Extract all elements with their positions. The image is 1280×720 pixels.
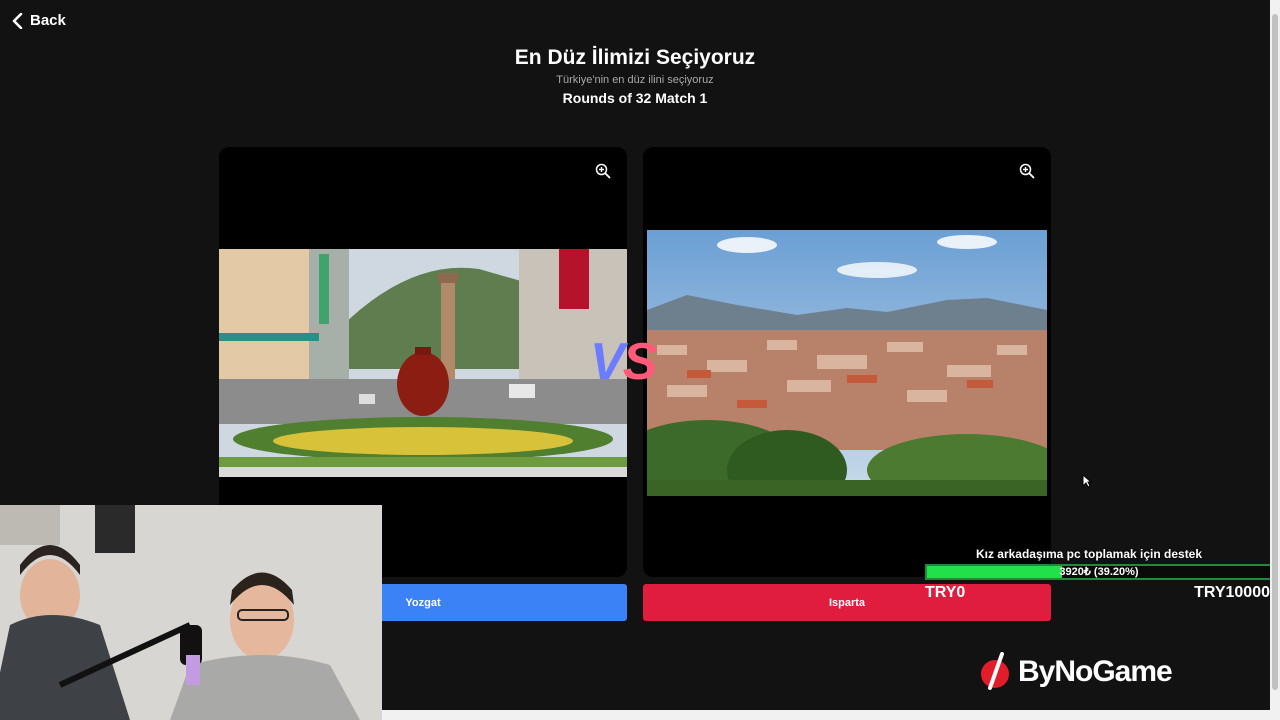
donation-title: Kız arkadaşıma pc toplamak için destek (975, 547, 1203, 561)
chevron-left-icon (12, 12, 23, 29)
horizontal-scrollbar[interactable] (382, 710, 1270, 720)
page-subtitle: Türkiye'nin en düz ilini seçiyoruz (556, 74, 714, 86)
back-button[interactable]: Back (12, 12, 66, 29)
donation-progress-bar: 3920₺ (39.20%) (925, 564, 1273, 580)
bynogame-logo-text: ByNoGame (1018, 655, 1173, 688)
page-header: En Düz İlimizi Seçiyoruz Türkiye'nin en … (0, 46, 1270, 106)
donation-goal-widget: Kız arkadaşıma pc toplamak için destek 3… (925, 547, 1273, 580)
zoom-in-icon[interactable] (1019, 163, 1035, 179)
vertical-scrollbar[interactable] (1270, 0, 1280, 720)
zoom-in-icon[interactable] (595, 163, 611, 179)
vs-letter-s: S (622, 333, 658, 391)
left-city-photo[interactable] (219, 249, 627, 477)
round-indicator: Rounds of 32 Match 1 (562, 90, 708, 106)
mouse-cursor-icon (1082, 474, 1092, 488)
vs-letter-v: V (590, 333, 625, 391)
webcam-overlay (0, 505, 382, 720)
bynogame-logo: ByNoGame (980, 652, 1173, 692)
pick-isparta-button[interactable]: Isparta (643, 584, 1051, 621)
donation-progress-label: 3920₺ (39.20%) (1059, 566, 1139, 578)
vs-label: VS (590, 332, 658, 392)
scrollbar-thumb[interactable] (1272, 14, 1278, 690)
back-label: Back (30, 12, 66, 29)
page-title: En Düz İlimizi Seçiyoruz (514, 46, 756, 69)
right-candidate-card[interactable] (643, 147, 1051, 577)
donation-min-label: TRY0 (925, 584, 966, 601)
donation-max-label: TRY10000 (1194, 584, 1270, 601)
bynogame-logo-icon (981, 652, 1009, 690)
right-city-photo[interactable] (647, 230, 1047, 496)
